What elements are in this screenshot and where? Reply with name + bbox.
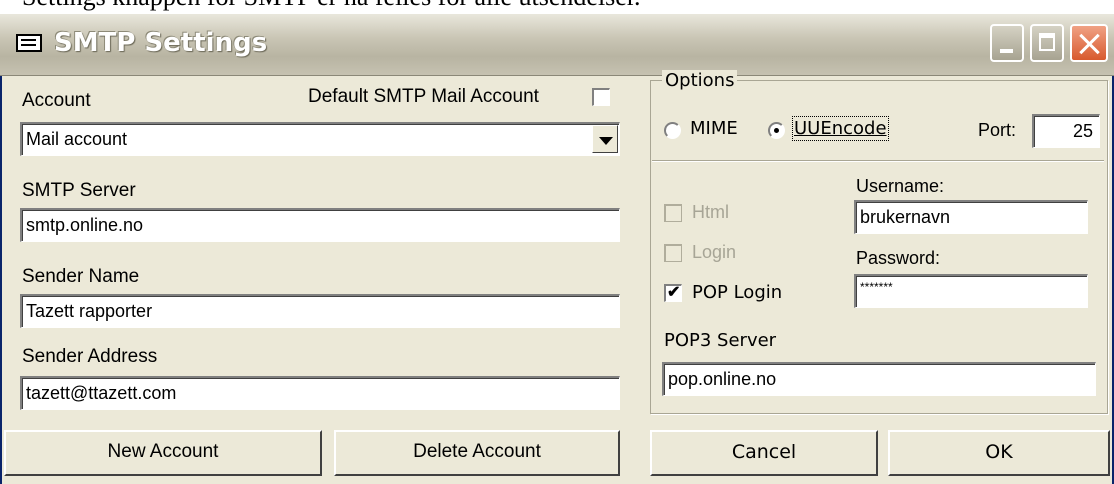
chevron-down-icon[interactable] (592, 125, 618, 153)
window-icon (16, 34, 42, 52)
default-account-label: Default SMTP Mail Account (308, 86, 539, 107)
pop3-server-input[interactable]: pop.online.no (662, 362, 1096, 396)
ok-button[interactable]: OK (888, 430, 1110, 476)
sender-address-label: Sender Address (22, 346, 158, 367)
login-checkbox[interactable] (664, 244, 682, 262)
html-checkbox[interactable] (664, 204, 682, 222)
port-label: Port: (978, 120, 1017, 140)
password-label: Password: (856, 248, 941, 268)
title-bar[interactable]: SMTP Settings (0, 14, 1114, 76)
pop3-server-label: POP3 Server (664, 330, 777, 351)
password-input[interactable]: ******* (854, 274, 1088, 308)
maximize-button[interactable] (1030, 24, 1064, 62)
mime-label: MIME (690, 118, 738, 139)
options-group-title: Options (662, 70, 738, 91)
login-label: Login (692, 242, 737, 262)
account-dropdown-value: Mail account (26, 129, 128, 149)
options-separator (652, 160, 1104, 162)
uuencode-radio[interactable] (768, 122, 785, 139)
close-button[interactable] (1070, 24, 1108, 62)
username-input[interactable]: brukernavn (854, 200, 1088, 234)
smtp-server-input[interactable]: smtp.online.no (20, 208, 620, 242)
cancel-button[interactable]: Cancel (650, 430, 878, 476)
pop-login-checkbox[interactable]: ✔ (664, 284, 682, 302)
delete-account-button[interactable]: Delete Account (334, 430, 620, 476)
account-dropdown[interactable]: Mail account (20, 122, 620, 156)
username-label: Username: (856, 176, 945, 196)
smtp-server-label: SMTP Server (22, 180, 136, 201)
mime-radio[interactable] (664, 122, 681, 139)
sender-address-input[interactable]: tazett@ttazett.com (20, 376, 620, 410)
checkmark-icon: ✔ (667, 284, 681, 301)
document-caption: Settings knappen for SMTP er nå felles f… (22, 0, 641, 12)
minimize-button[interactable] (990, 24, 1024, 62)
html-label: Html (692, 202, 729, 222)
uuencode-label: UUEncode (792, 116, 889, 141)
sender-name-label: Sender Name (22, 266, 140, 287)
new-account-button[interactable]: New Account (4, 430, 322, 476)
default-account-checkbox[interactable] (592, 88, 610, 106)
sender-name-input[interactable]: Tazett rapporter (20, 294, 620, 328)
account-label: Account (22, 90, 91, 111)
window-title: SMTP Settings (54, 28, 268, 58)
port-input[interactable]: 25 (1032, 114, 1100, 148)
pop-login-label: POP Login (692, 282, 783, 303)
